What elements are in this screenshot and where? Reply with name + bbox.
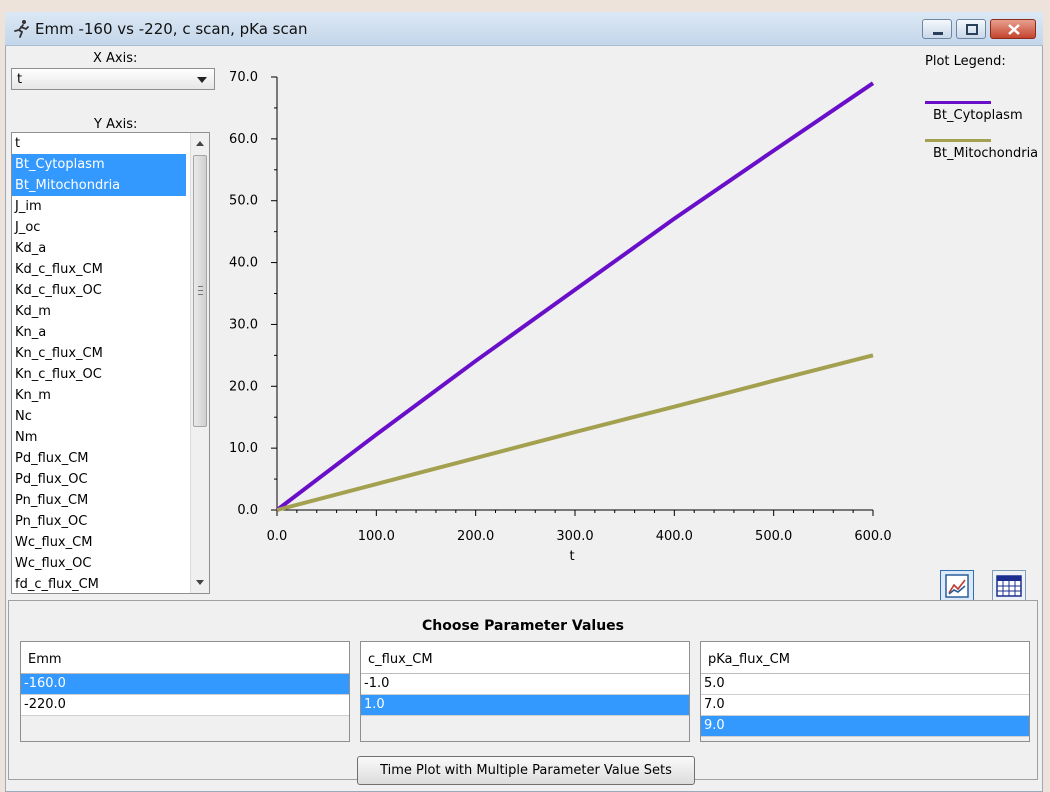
- x-axis-title: t: [569, 549, 574, 564]
- param-table-header: c_flux_CM: [361, 642, 689, 674]
- x-tick-label: 200.0: [457, 529, 494, 544]
- param-row[interactable]: -220.0: [21, 695, 349, 716]
- param-row[interactable]: 1.0: [361, 695, 689, 716]
- line-chart: 0.0 10.0 20.0 30.0 40.0 50.0 60.0 70.0 0.0 100.0 2…: [229, 70, 892, 564]
- param-table-c-flux-cm[interactable]: c_flux_CM -1.0 1.0: [360, 641, 690, 742]
- y-tick-label: 30.0: [229, 317, 258, 332]
- legend-swatch: [925, 101, 991, 104]
- x-tick-label: 300.0: [556, 529, 593, 544]
- x-tick-label: 400.0: [656, 529, 693, 544]
- time-plot-button[interactable]: Time Plot with Multiple Parameter Value …: [357, 756, 695, 785]
- param-row[interactable]: 9.0: [701, 716, 1029, 737]
- x-tick-label: 0.0: [267, 529, 288, 544]
- y-tick-label: 20.0: [229, 379, 258, 394]
- param-table-header: pKa_flux_CM: [701, 642, 1029, 674]
- param-table-emm[interactable]: Emm -160.0 -220.0: [20, 641, 350, 742]
- param-row[interactable]: 5.0: [701, 674, 1029, 695]
- table-view-button[interactable]: [992, 570, 1026, 602]
- table-view-icon: [996, 575, 1022, 597]
- x-tick-label: 100.0: [358, 529, 395, 544]
- legend-label: Bt_Cytoplasm: [933, 108, 1023, 123]
- legend-swatch: [925, 139, 991, 142]
- y-tick-label: 0.0: [237, 503, 258, 518]
- param-table-pka-flux-cm[interactable]: pKa_flux_CM 5.0 7.0 9.0: [700, 641, 1030, 742]
- plot-view-button[interactable]: [940, 570, 974, 602]
- series-line-0: [275, 81, 875, 512]
- y-tick-label: 60.0: [229, 132, 258, 147]
- param-row[interactable]: 7.0: [701, 695, 1029, 716]
- param-table-header: Emm: [21, 642, 349, 674]
- y-tick-label: 10.0: [229, 441, 258, 456]
- param-row[interactable]: -160.0: [21, 674, 349, 695]
- y-tick-label: 50.0: [229, 194, 258, 209]
- x-tick-label: 500.0: [755, 529, 792, 544]
- series-line-1: [276, 353, 874, 512]
- y-tick-label: 70.0: [229, 70, 258, 85]
- plot-view-icon: [945, 574, 969, 598]
- parameter-panel-title: Choose Parameter Values: [421, 618, 625, 634]
- x-tick-label: 600.0: [854, 529, 891, 544]
- legend-title: Plot Legend:: [925, 54, 1006, 69]
- legend-label: Bt_Mitochondria: [933, 146, 1039, 161]
- param-row[interactable]: -1.0: [361, 674, 689, 695]
- y-tick-label: 40.0: [229, 256, 258, 271]
